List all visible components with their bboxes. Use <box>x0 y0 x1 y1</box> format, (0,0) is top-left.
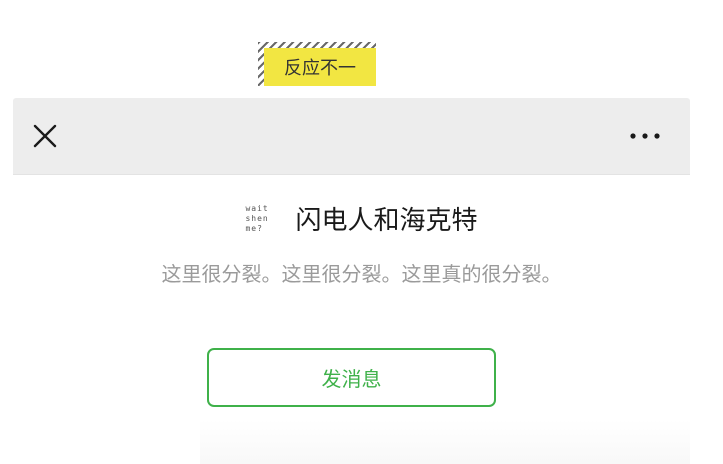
profile-signature: 这里很分裂。这里很分裂。这里真的很分裂。 <box>161 262 562 286</box>
bottom-fade <box>200 420 690 464</box>
close-icon[interactable] <box>33 124 57 148</box>
send-message-button[interactable]: 发消息 <box>207 348 496 407</box>
avatar[interactable]: wait shen me? <box>245 200 281 236</box>
profile-name: 闪电人和海克特 <box>295 205 478 236</box>
reaction-sticker: 反应不一 <box>258 42 376 86</box>
top-nav-bar <box>13 98 690 175</box>
avatar-meme-text: wait shen me? <box>245 204 269 233</box>
profile-header: wait shen me? 闪电人和海克特 <box>0 196 723 240</box>
sticker-label: 反应不一 <box>264 48 376 86</box>
more-horizontal-icon[interactable] <box>628 128 662 144</box>
